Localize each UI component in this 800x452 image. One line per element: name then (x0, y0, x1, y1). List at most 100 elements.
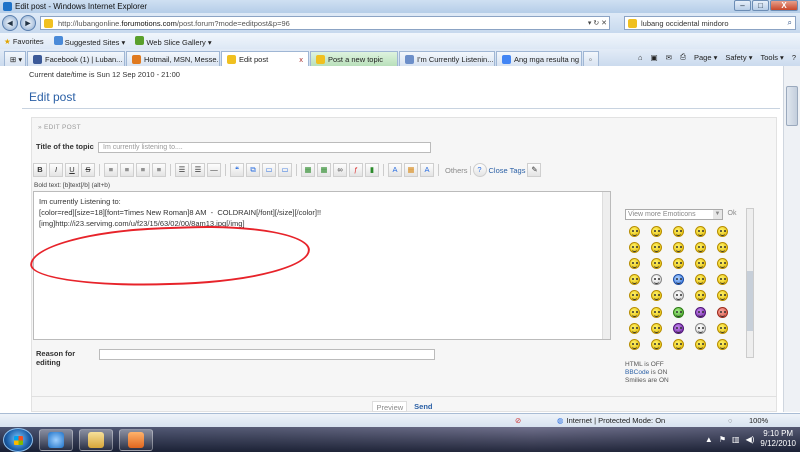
smiley-icon[interactable] (628, 274, 640, 286)
align-left-icon[interactable]: ≡ (104, 163, 118, 177)
network-icon[interactable]: ▥ (732, 435, 740, 444)
smiley-icon[interactable] (716, 322, 728, 334)
tools-menu[interactable]: Tools ▾ (760, 53, 783, 62)
smiley-icon[interactable] (716, 257, 728, 269)
emoticon-scrollbar[interactable] (746, 208, 754, 358)
smiley-icon[interactable] (672, 322, 684, 334)
smiley-icon[interactable] (672, 274, 684, 286)
numbered-list-icon[interactable]: ☰ (191, 163, 205, 177)
smiley-icon[interactable] (716, 274, 728, 286)
font-icon[interactable]: A (420, 163, 434, 177)
smiley-icon[interactable] (650, 241, 662, 253)
hide-icon[interactable]: ▭ (278, 163, 292, 177)
smiley-icon[interactable] (694, 225, 706, 237)
volume-icon[interactable]: ◀) (746, 435, 755, 444)
tab-post-new-topic[interactable]: Post a new topic (310, 51, 398, 66)
switch-editor-icon[interactable]: ✎ (527, 163, 542, 177)
smiley-icon[interactable] (716, 290, 728, 302)
print-icon[interactable]: ⎙ (680, 52, 686, 62)
smiley-icon[interactable] (716, 338, 728, 350)
mail-icon[interactable]: ✉ (666, 53, 672, 62)
smiley-icon[interactable] (650, 306, 662, 318)
image-icon[interactable]: ▦ (301, 163, 315, 177)
start-button[interactable] (3, 427, 33, 452)
safety-menu[interactable]: Safety ▾ (725, 53, 752, 62)
minimize-button[interactable]: – (734, 0, 751, 11)
close-tab-icon[interactable]: x (299, 55, 303, 64)
smiley-icon[interactable] (694, 274, 706, 286)
close-button[interactable]: X (770, 0, 798, 11)
hr-icon[interactable]: — (207, 163, 221, 177)
tab-hotmail[interactable]: Hotmail, MSN, Messe... (126, 51, 220, 66)
forward-button[interactable]: ► (20, 15, 36, 31)
smiley-icon[interactable] (628, 290, 640, 302)
code-icon[interactable]: ⧉ (246, 163, 260, 177)
favorites-button[interactable]: ★ Favorites (4, 37, 44, 46)
clock[interactable]: 9:10 PM 9/12/2010 (760, 429, 796, 449)
new-tab-button[interactable]: ▫ (583, 51, 599, 66)
smiley-icon[interactable] (628, 306, 640, 318)
smiley-icon[interactable] (672, 306, 684, 318)
tab-currently-listening[interactable]: I'm Currently Listenin... (399, 51, 495, 66)
maximize-button[interactable]: □ (752, 0, 769, 11)
video-icon[interactable]: ▮ (365, 163, 379, 177)
smiley-icon[interactable] (628, 257, 640, 269)
spoiler-icon[interactable]: ▭ (262, 163, 276, 177)
action-center-icon[interactable]: ⚑ (719, 435, 726, 444)
smiley-icon[interactable] (650, 338, 662, 350)
align-center-icon[interactable]: ≡ (120, 163, 134, 177)
send-button[interactable]: Send (411, 401, 435, 412)
host-image-icon[interactable]: ▦ (317, 163, 331, 177)
close-tags-link[interactable]: Close Tags (489, 166, 526, 175)
flash-icon[interactable]: ƒ (349, 163, 363, 177)
justify-icon[interactable]: ≡ (152, 163, 166, 177)
others-dropdown[interactable]: Others (443, 165, 471, 175)
smiley-icon[interactable] (650, 274, 662, 286)
tab-edit-post[interactable]: Edit post x (221, 51, 309, 66)
security-zone[interactable]: ◍ Internet | Protected Mode: On (557, 416, 665, 425)
home-icon[interactable]: ⌂ (638, 53, 643, 62)
smiley-icon[interactable] (672, 338, 684, 350)
smiley-icon[interactable] (716, 225, 728, 237)
smiley-icon[interactable] (650, 257, 662, 269)
emoticons-select[interactable]: View more Emoticons ▼ (625, 209, 723, 220)
quote-icon[interactable]: ❝ (230, 163, 244, 177)
smiley-icon[interactable] (694, 338, 706, 350)
text-size-icon[interactable]: A (388, 163, 402, 177)
smiley-icon[interactable] (650, 322, 662, 334)
address-bar[interactable]: http://lubangonline.forumotions.com/post… (40, 16, 610, 30)
suggested-sites-link[interactable]: Suggested Sites ▾ (53, 35, 125, 47)
smiley-icon[interactable] (628, 338, 640, 350)
address-actions[interactable]: ▾ ↻ ✕ (588, 19, 607, 27)
title-input[interactable]: Im currently listening to.... (98, 142, 431, 153)
bullet-list-icon[interactable]: ☰ (175, 163, 189, 177)
back-button[interactable]: ◄ (2, 15, 18, 31)
italic-button[interactable]: I (49, 163, 63, 177)
bold-button[interactable]: B (33, 163, 47, 177)
taskbar-ie[interactable] (39, 428, 73, 451)
search-icon[interactable]: ⌕ (788, 18, 792, 28)
scrollbar-thumb[interactable] (786, 86, 798, 126)
smiley-icon[interactable] (672, 241, 684, 253)
smiley-icon[interactable] (694, 241, 706, 253)
taskbar-media-player[interactable] (119, 428, 153, 451)
smiley-icon[interactable] (694, 257, 706, 269)
help-icon[interactable]: ? (472, 163, 487, 177)
smiley-icon[interactable] (716, 241, 728, 253)
page-scrollbar[interactable] (783, 66, 800, 412)
scrollbar-thumb[interactable] (747, 271, 753, 331)
show-hidden-icon[interactable]: ▲ (705, 435, 713, 444)
smiley-icon[interactable] (628, 241, 640, 253)
smiley-icon[interactable] (672, 225, 684, 237)
smiley-icon[interactable] (650, 225, 662, 237)
strike-button[interactable]: S (81, 163, 95, 177)
bbcode-link[interactable]: BBCode (625, 369, 649, 376)
smiley-icon[interactable] (672, 290, 684, 302)
zoom-level[interactable]: 100% (749, 416, 768, 425)
tab-facebook[interactable]: Facebook (1) | Luban... (27, 51, 125, 66)
smiley-icon[interactable] (694, 322, 706, 334)
emoticons-ok-button[interactable]: Ok (725, 209, 739, 220)
help-icon[interactable]: ? (792, 53, 796, 62)
web-slice-link[interactable]: Web Slice Gallery ▾ (135, 35, 212, 47)
underline-button[interactable]: U (65, 163, 79, 177)
